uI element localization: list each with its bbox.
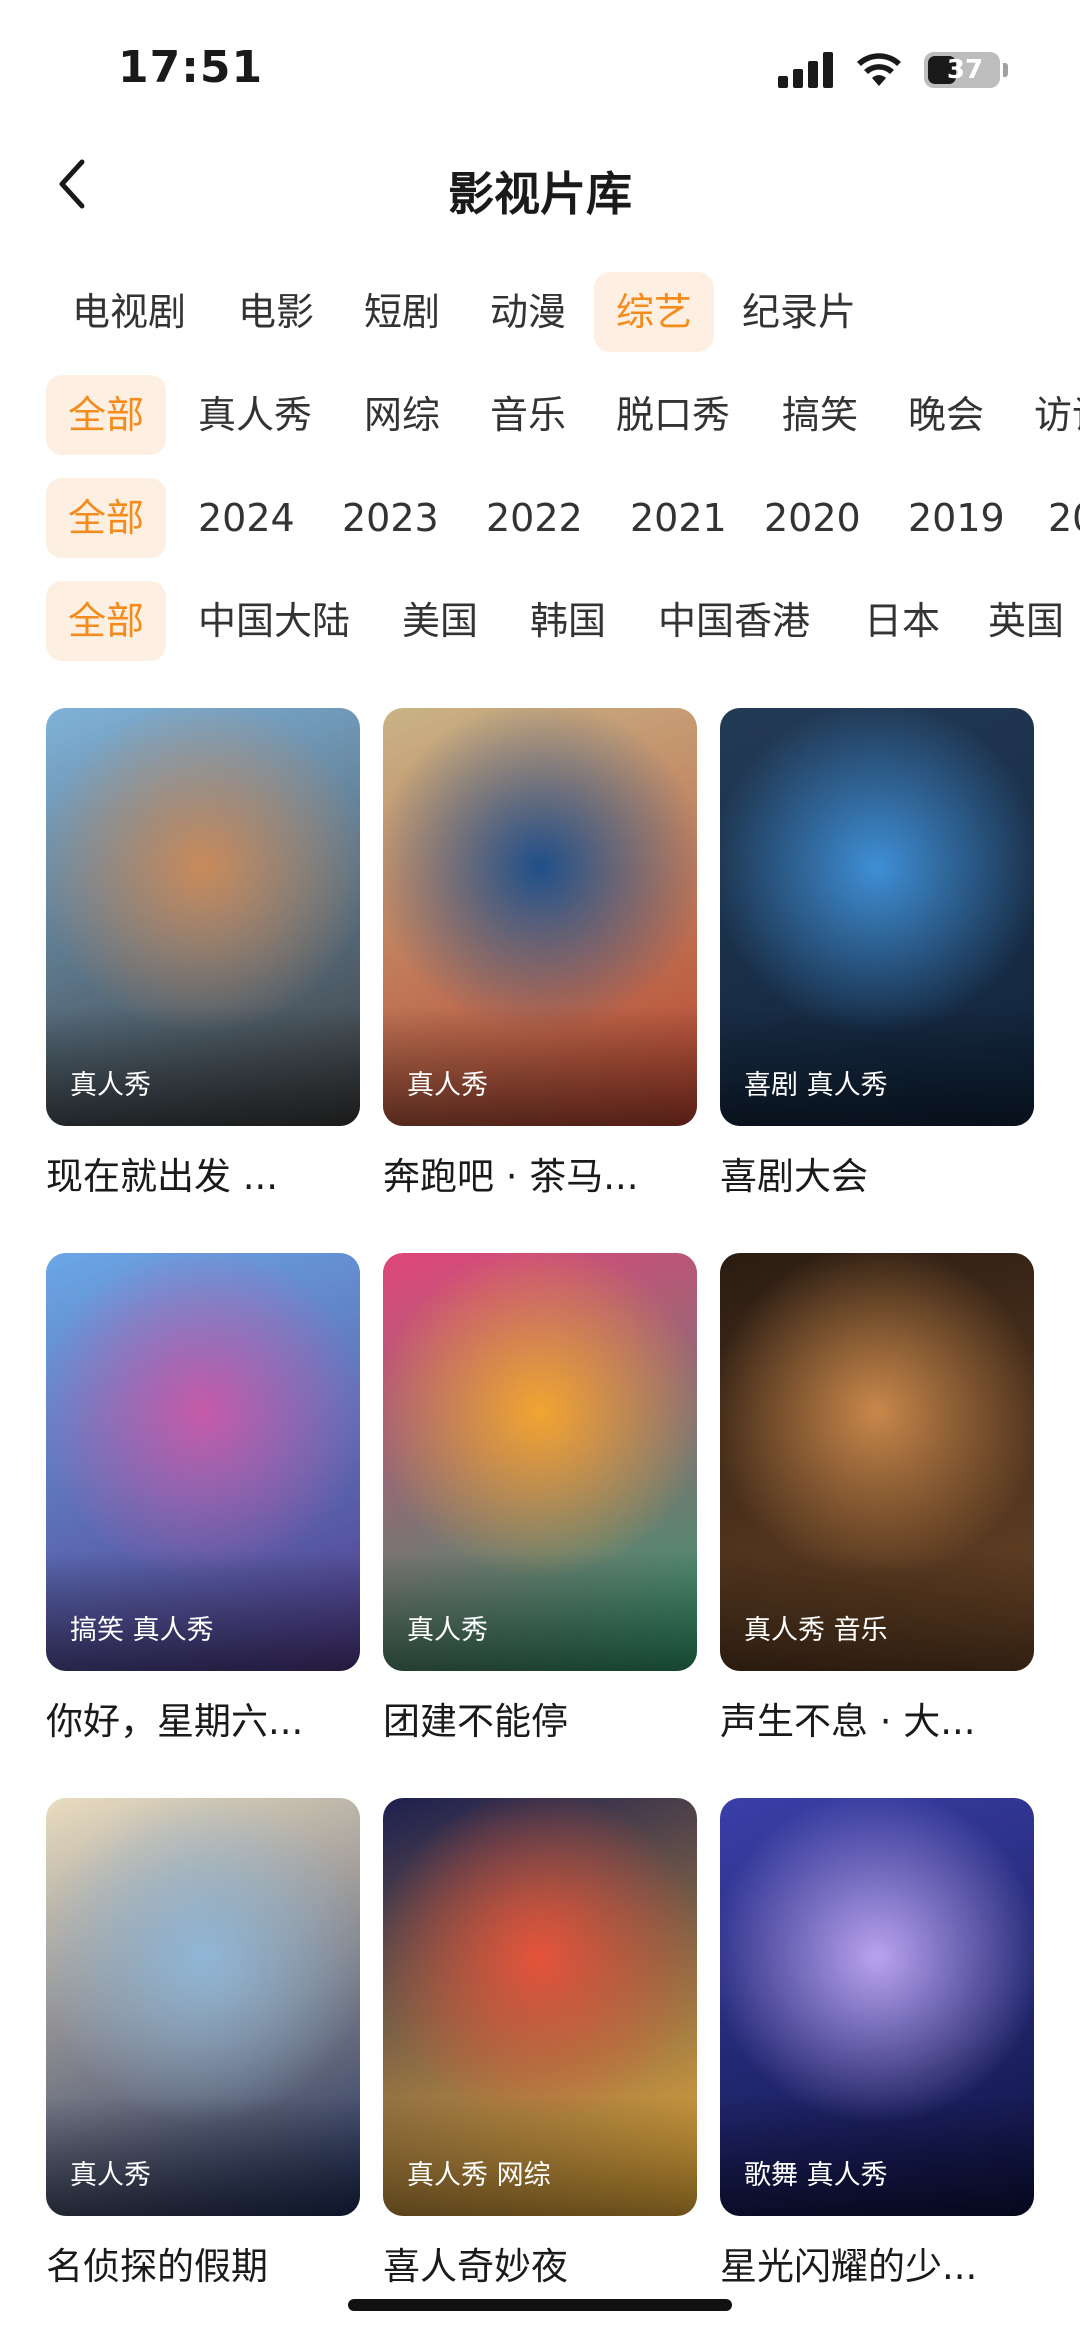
show-tags: 真人秀 网综 xyxy=(407,2160,551,2191)
show-card[interactable]: 真人秀 音乐 声生不息 · 大... xyxy=(720,1253,1034,1745)
year-2019[interactable]: 2019 xyxy=(886,478,1027,558)
year-all[interactable]: 全部 xyxy=(46,478,167,558)
genre-interview[interactable]: 访谈 xyxy=(1012,375,1080,455)
battery-icon: 37 xyxy=(924,52,1000,88)
show-card[interactable]: 真人秀 网综 喜人奇妙夜 xyxy=(383,1798,697,2290)
show-poster[interactable]: 真人秀 xyxy=(383,1253,697,1671)
genre-talk-show[interactable]: 脱口秀 xyxy=(594,375,752,455)
region-all[interactable]: 全部 xyxy=(46,581,167,661)
year-2021[interactable]: 2021 xyxy=(608,478,749,558)
tab-tv-series[interactable]: 电视剧 xyxy=(50,272,208,352)
show-tags: 真人秀 xyxy=(70,1070,151,1101)
show-title[interactable]: 喜人奇妙夜 xyxy=(383,2236,697,2290)
genre-comedy[interactable]: 搞笑 xyxy=(760,375,880,455)
year-2022[interactable]: 2022 xyxy=(464,478,605,558)
show-poster[interactable]: 真人秀 网综 xyxy=(383,1798,697,2216)
tab-anime[interactable]: 动漫 xyxy=(468,272,588,352)
show-poster[interactable]: 喜剧 真人秀 xyxy=(720,708,1034,1126)
show-tags: 真人秀 音乐 xyxy=(744,1615,888,1646)
region-mainland-china[interactable]: 中国大陆 xyxy=(176,581,372,661)
genre-all[interactable]: 全部 xyxy=(46,375,167,455)
region-japan[interactable]: 日本 xyxy=(842,581,962,661)
show-card[interactable]: 真人秀 奔跑吧 · 茶马... xyxy=(383,708,697,1200)
category-tabs: 电视剧 电影 短剧 动漫 综艺 纪录片 xyxy=(0,272,1080,352)
show-poster[interactable]: 真人秀 音乐 xyxy=(720,1253,1034,1671)
show-title[interactable]: 团建不能停 xyxy=(383,1691,697,1745)
year-filter: 全部 2024 2023 2022 2021 2020 2019 2018 xyxy=(0,478,1080,558)
show-tags: 搞笑 真人秀 xyxy=(70,1615,214,1646)
home-indicator xyxy=(348,2299,732,2311)
year-2023[interactable]: 2023 xyxy=(320,478,461,558)
show-title[interactable]: 声生不息 · 大... xyxy=(720,1691,1034,1745)
tab-documentary[interactable]: 纪录片 xyxy=(720,272,878,352)
region-hong-kong[interactable]: 中国香港 xyxy=(636,581,832,661)
tab-movies[interactable]: 电影 xyxy=(216,272,336,352)
show-card[interactable]: 真人秀 名侦探的假期 xyxy=(46,1798,360,2290)
status-icons: 37 xyxy=(778,52,1008,88)
region-usa[interactable]: 美国 xyxy=(380,581,500,661)
show-poster[interactable]: 真人秀 xyxy=(46,1798,360,2216)
tab-short-drama[interactable]: 短剧 xyxy=(342,272,462,352)
show-title[interactable]: 名侦探的假期 xyxy=(46,2236,360,2290)
show-title[interactable]: 奔跑吧 · 茶马... xyxy=(383,1146,697,1200)
show-card[interactable]: 搞笑 真人秀 你好，星期六... xyxy=(46,1253,360,1745)
year-2024[interactable]: 2024 xyxy=(176,478,317,558)
genre-filter: 全部 真人秀 网综 音乐 脱口秀 搞笑 晚会 访谈 xyxy=(0,375,1080,455)
show-card[interactable]: 真人秀 现在就出发 ... xyxy=(46,708,360,1200)
status-bar: 17:51 37 xyxy=(0,0,1080,140)
genre-web-variety[interactable]: 网综 xyxy=(342,375,462,455)
show-tags: 歌舞 真人秀 xyxy=(744,2160,888,2191)
genre-music[interactable]: 音乐 xyxy=(468,375,588,455)
genre-reality[interactable]: 真人秀 xyxy=(176,375,334,455)
status-time: 17:51 xyxy=(118,42,264,93)
year-2018[interactable]: 2018 xyxy=(1026,478,1080,558)
show-title[interactable]: 星光闪耀的少... xyxy=(720,2236,1034,2290)
year-2020[interactable]: 2020 xyxy=(742,478,883,558)
region-korea[interactable]: 韩国 xyxy=(508,581,628,661)
show-poster[interactable]: 真人秀 xyxy=(46,708,360,1126)
show-poster[interactable]: 搞笑 真人秀 xyxy=(46,1253,360,1671)
region-filter: 全部 中国大陆 美国 韩国 中国香港 日本 英国 xyxy=(0,581,1080,661)
region-uk[interactable]: 英国 xyxy=(966,581,1080,661)
tab-variety[interactable]: 综艺 xyxy=(594,272,715,352)
wifi-icon xyxy=(857,53,901,86)
show-card[interactable]: 真人秀 团建不能停 xyxy=(383,1253,697,1745)
show-title[interactable]: 你好，星期六... xyxy=(46,1691,360,1745)
show-poster[interactable]: 真人秀 xyxy=(383,708,697,1126)
show-tags: 真人秀 xyxy=(407,1070,488,1101)
show-title[interactable]: 现在就出发 ... xyxy=(46,1146,360,1200)
show-tags: 喜剧 真人秀 xyxy=(744,1070,888,1101)
show-title[interactable]: 喜剧大会 xyxy=(720,1146,1034,1200)
show-tags: 真人秀 xyxy=(407,1615,488,1646)
battery-level: 37 xyxy=(946,55,984,85)
genre-gala[interactable]: 晚会 xyxy=(886,375,1006,455)
signal-icon xyxy=(778,52,833,88)
show-tags: 真人秀 xyxy=(70,2160,151,2191)
show-card[interactable]: 歌舞 真人秀 星光闪耀的少... xyxy=(720,1798,1034,2290)
page-title: 影视片库 xyxy=(448,167,632,221)
nav-bar: 影视片库 xyxy=(0,140,1080,230)
show-poster[interactable]: 歌舞 真人秀 xyxy=(720,1798,1034,2216)
show-card[interactable]: 喜剧 真人秀 喜剧大会 xyxy=(720,708,1034,1200)
